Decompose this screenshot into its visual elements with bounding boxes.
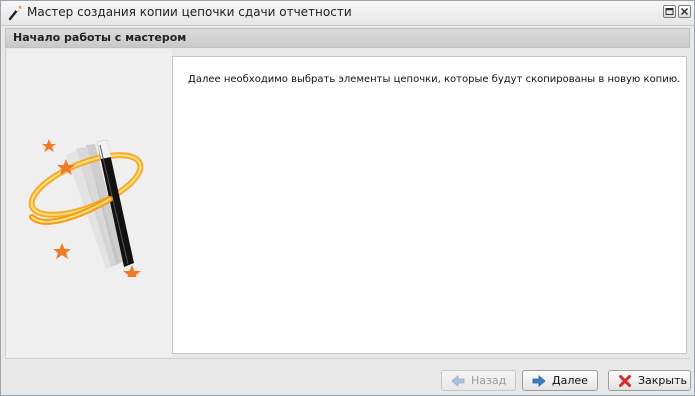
magic-wand-icon xyxy=(8,5,23,21)
content-panel: Далее необходимо выбрать элементы цепочк… xyxy=(172,56,687,354)
wizard-window: Мастер создания копии цепочки сдачи отче… xyxy=(0,0,695,396)
maximize-icon xyxy=(665,8,674,15)
close-icon xyxy=(680,7,689,16)
back-button-label: Назад xyxy=(471,374,507,387)
footer-divider xyxy=(5,358,690,359)
section-title: Начало работы с мастером xyxy=(13,31,187,44)
magic-wand-icon xyxy=(28,139,144,277)
window-title: Мастер создания копии цепочки сдачи отче… xyxy=(27,5,352,19)
instruction-text: Далее необходимо выбрать элементы цепочк… xyxy=(188,74,681,85)
maximize-button[interactable] xyxy=(663,5,676,18)
illustration-panel xyxy=(5,49,172,357)
section-header: Начало работы с мастером xyxy=(5,28,690,48)
title-bar[interactable]: Мастер создания копии цепочки сдачи отче… xyxy=(1,1,694,26)
window-close-button[interactable] xyxy=(678,5,691,18)
arrow-right-icon xyxy=(532,375,546,387)
red-x-icon xyxy=(619,375,631,387)
close-button[interactable]: Закрыть xyxy=(608,370,691,391)
next-button-label: Далее xyxy=(552,374,588,387)
arrow-left-icon xyxy=(451,375,465,387)
close-button-label: Закрыть xyxy=(638,374,687,387)
next-button[interactable]: Далее xyxy=(522,370,598,391)
back-button[interactable]: Назад xyxy=(441,370,516,391)
